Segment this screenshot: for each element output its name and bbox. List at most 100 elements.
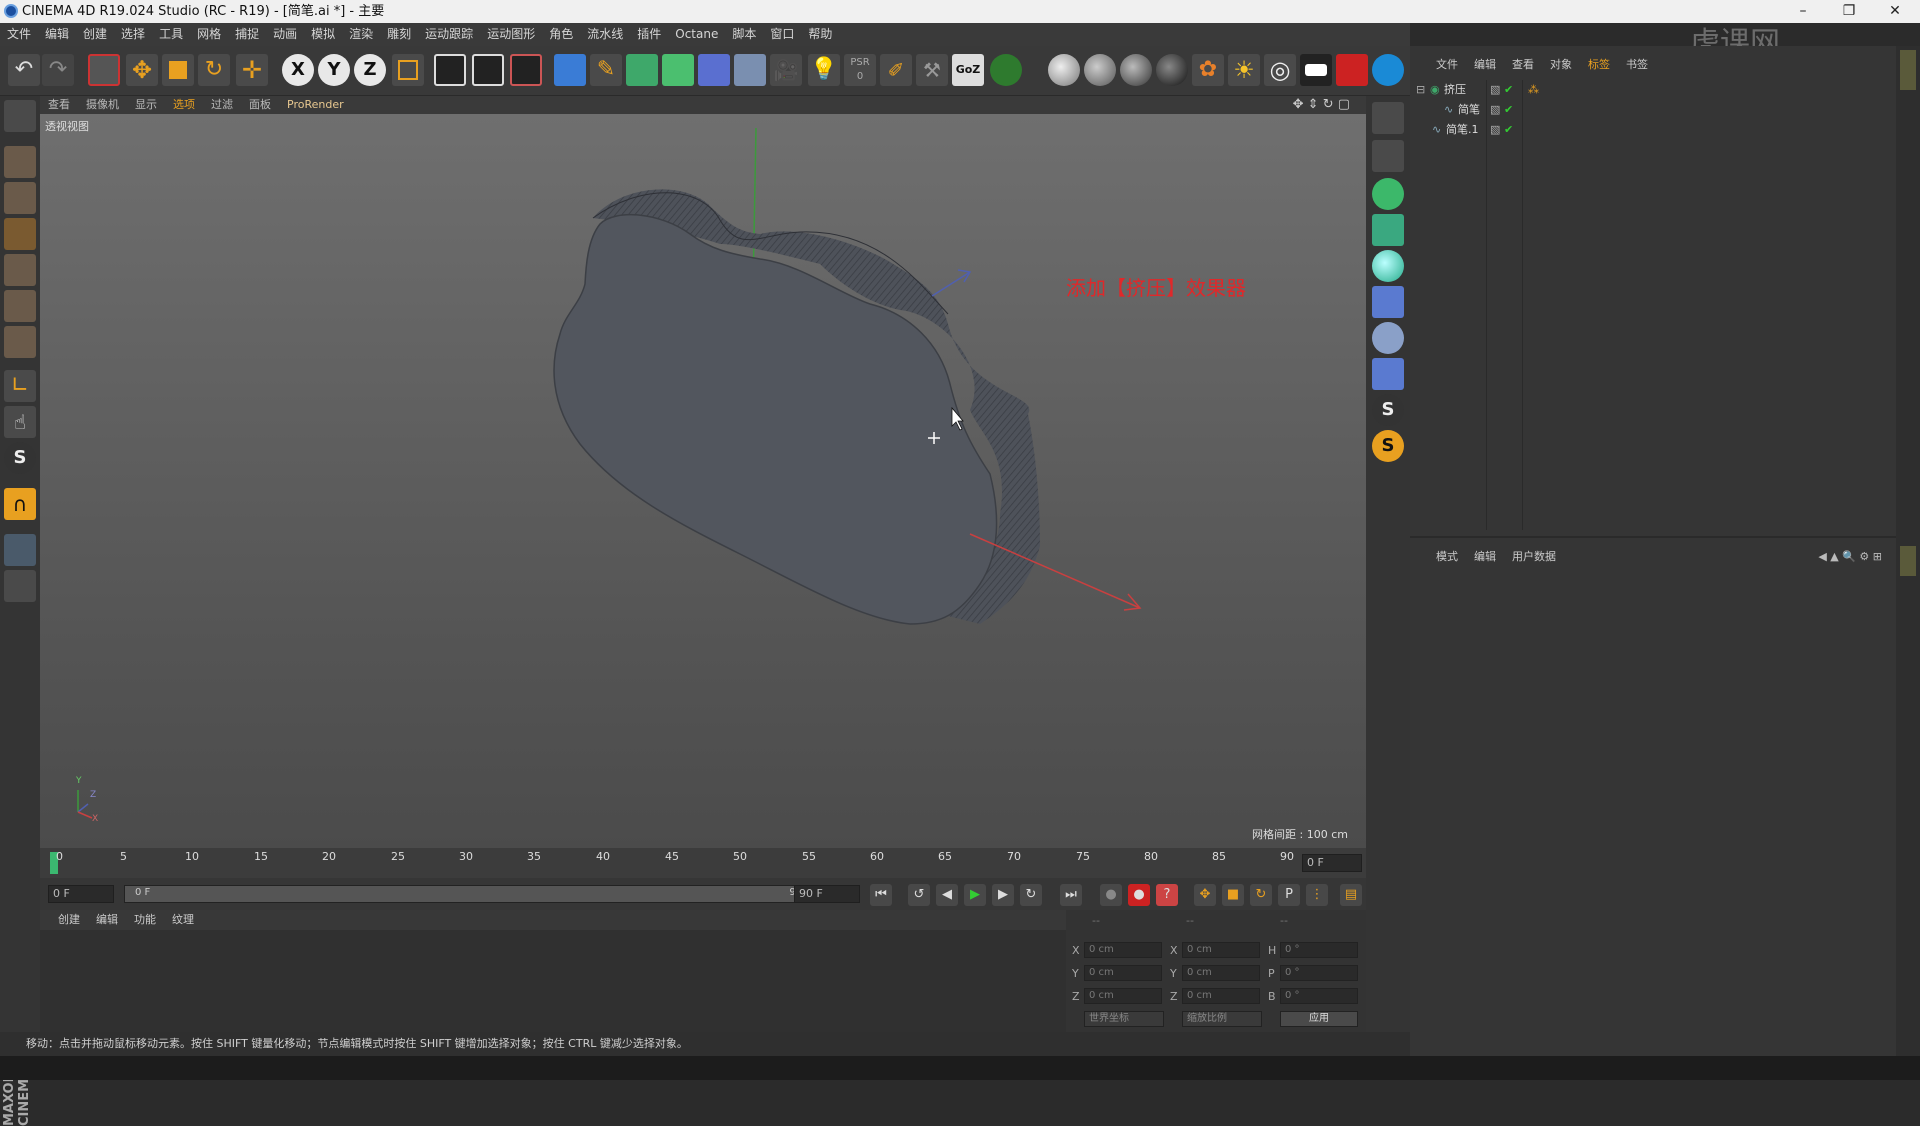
material-menu-edit[interactable]: 编辑 <box>88 910 126 930</box>
z-axis-lock-button[interactable]: Z <box>354 54 386 86</box>
viewport-menu-filter[interactable]: 过滤 <box>203 96 241 114</box>
key-position-icon[interactable]: ✥ <box>1194 884 1216 906</box>
menu-pipeline[interactable]: 流水线 <box>580 23 630 46</box>
record-keys-icon[interactable]: ● <box>1100 884 1122 906</box>
sculpt-icon[interactable]: ⚒ <box>916 54 948 86</box>
locked-workplane-icon[interactable] <box>4 570 36 602</box>
texture-mode-icon[interactable] <box>4 182 36 214</box>
connect-objects-icon[interactable] <box>1372 322 1404 354</box>
menu-octane[interactable]: Octane <box>668 23 725 46</box>
tweak-mode-icon[interactable]: ☝ <box>4 406 36 438</box>
material-menu-texture[interactable]: 纹理 <box>164 910 202 930</box>
go-to-start-icon[interactable]: ⏮ <box>870 884 892 906</box>
tag-icon[interactable]: ⁂ <box>1528 80 1539 100</box>
coordinate-space-dropdown[interactable]: 世界坐标 <box>1084 1011 1164 1027</box>
solo-icon[interactable] <box>1372 140 1404 172</box>
next-key-icon[interactable]: ↻ <box>1020 884 1042 906</box>
sun-light-icon[interactable]: ☀ <box>1228 54 1260 86</box>
viewport-menu-display[interactable]: 显示 <box>127 96 165 114</box>
record-icon[interactable] <box>1336 54 1368 86</box>
menu-script[interactable]: 脚本 <box>725 23 763 46</box>
points-mode-icon[interactable] <box>4 254 36 286</box>
attr-menu-mode[interactable]: 模式 <box>1410 546 1466 568</box>
subdivision-surface-icon[interactable] <box>626 54 658 86</box>
previous-frame-icon[interactable]: ◀ <box>936 884 958 906</box>
y-axis-lock-button[interactable]: Y <box>318 54 350 86</box>
octane-material-icon-3[interactable] <box>1120 54 1152 86</box>
render-picture-viewer-icon[interactable] <box>472 54 504 86</box>
menu-help[interactable]: 帮助 <box>801 23 839 46</box>
start-frame-field[interactable]: 0 F <box>48 885 114 903</box>
psr-icon[interactable]: PSR 0 <box>844 54 876 86</box>
viewport-menu-cameras[interactable]: 摄像机 <box>78 96 127 114</box>
magnet-icon[interactable]: ∩ <box>4 488 36 520</box>
object-row-spline[interactable]: ∿ 简笔 ▧ ✔ <box>1410 100 1896 120</box>
side-tab-objects[interactable] <box>1900 50 1916 90</box>
viewport-menu-view[interactable]: 查看 <box>40 96 78 114</box>
octane-live-viewer-icon[interactable] <box>1372 54 1404 86</box>
pen-spline-icon[interactable]: ✎ <box>590 54 622 86</box>
visibility-toggle-icon[interactable]: ▧ <box>1490 100 1500 120</box>
octane-material-icon-2[interactable] <box>1084 54 1116 86</box>
undo-icon[interactable]: ↶ <box>8 54 40 86</box>
timeline-ruler[interactable]: 0 5 10 15 20 25 30 35 40 45 50 55 60 65 … <box>40 848 1366 878</box>
target-icon[interactable]: ◎ <box>1264 54 1296 86</box>
menu-render[interactable]: 渲染 <box>342 23 380 46</box>
deformer-icon[interactable] <box>698 54 730 86</box>
enabled-check-icon[interactable]: ✔ <box>1504 100 1513 120</box>
menu-mograph[interactable]: 运动图形 <box>480 23 542 46</box>
obj-menu-bookmarks[interactable]: 书签 <box>1618 54 1656 76</box>
menu-sculpt[interactable]: 雕刻 <box>380 23 418 46</box>
menu-simulate[interactable]: 模拟 <box>304 23 342 46</box>
enabled-check-icon[interactable]: ✔ <box>1504 80 1513 100</box>
key-scale-icon[interactable]: ■ <box>1222 884 1244 906</box>
workplane-icon[interactable] <box>4 534 36 566</box>
light-icon[interactable]: 💡 <box>808 54 840 86</box>
paint-icon[interactable]: ✐ <box>880 54 912 86</box>
menu-tools[interactable]: 工具 <box>152 23 190 46</box>
edges-mode-icon[interactable] <box>4 290 36 322</box>
render-view-icon[interactable] <box>434 54 466 86</box>
menu-character[interactable]: 角色 <box>542 23 580 46</box>
attr-nav-icons[interactable]: ◀ ▲ 🔍 ⚙ ⊞ <box>1810 546 1890 568</box>
menu-window[interactable]: 窗口 <box>763 23 801 46</box>
axis-mode-icon[interactable]: ∟ <box>4 370 36 402</box>
goz-button[interactable]: GoZ <box>952 54 984 86</box>
model-mode-icon[interactable] <box>4 146 36 178</box>
viewport-nav-icons[interactable]: ✥ ⇕ ↻ ▢ <box>1285 96 1358 114</box>
key-pla-icon[interactable]: ⋮ <box>1306 884 1328 906</box>
menu-mesh[interactable]: 网格 <box>190 23 228 46</box>
snapping-icon[interactable]: S <box>4 442 36 474</box>
plugin-s-orange-icon[interactable]: S <box>1372 430 1404 462</box>
octane-icon[interactable] <box>990 54 1022 86</box>
viewport-menu-panel[interactable]: 面板 <box>241 96 279 114</box>
obj-menu-file[interactable]: 文件 <box>1410 54 1466 76</box>
attr-menu-edit[interactable]: 编辑 <box>1466 546 1504 568</box>
scale-tool-icon[interactable] <box>162 54 194 86</box>
make-editable-icon[interactable] <box>4 100 36 132</box>
viewport-menu-options[interactable]: 选项 <box>165 96 203 114</box>
frame-range-slider[interactable]: 0 F 90 F <box>124 885 824 903</box>
size-x-field[interactable]: 0 cm <box>1182 942 1260 958</box>
menu-file[interactable]: 文件 <box>0 23 38 46</box>
perspective-viewport[interactable]: 透视视图 Y Z X 添加【挤压】效果器 网格间距 : 100 cm <box>40 114 1366 848</box>
material-menu-function[interactable]: 功能 <box>126 910 164 930</box>
key-rotation-icon[interactable]: ↻ <box>1250 884 1272 906</box>
floor-icon[interactable] <box>734 54 766 86</box>
null-object-icon[interactable] <box>1372 358 1404 390</box>
octane-material-icon-4[interactable] <box>1156 54 1188 86</box>
material-menu-create[interactable]: 创建 <box>40 910 88 930</box>
sphere-tool-icon[interactable] <box>1372 250 1404 282</box>
enabled-check-icon[interactable]: ✔ <box>1504 120 1513 140</box>
go-to-end-icon[interactable]: ⏭ <box>1060 884 1082 906</box>
rotation-b-field[interactable]: 0 ° <box>1280 988 1358 1004</box>
end-frame-field[interactable]: 90 F <box>794 885 860 903</box>
obj-menu-view[interactable]: 查看 <box>1504 54 1542 76</box>
workplane-mode-icon[interactable] <box>4 218 36 250</box>
menu-motion-tracking[interactable]: 运动跟踪 <box>418 23 480 46</box>
plugin-s-icon[interactable]: S <box>1372 394 1404 426</box>
cloner-icon[interactable] <box>662 54 694 86</box>
position-x-field[interactable]: 0 cm <box>1084 942 1162 958</box>
visibility-toggle-icon[interactable]: ▧ <box>1490 80 1500 100</box>
area-light-icon[interactable] <box>1300 54 1332 86</box>
